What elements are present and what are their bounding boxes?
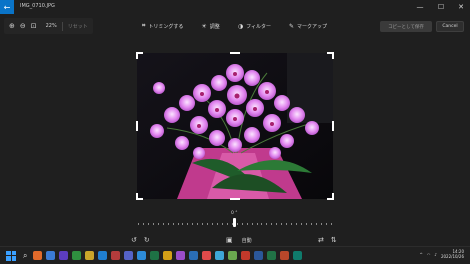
orchid-photo (137, 53, 333, 199)
taskbar-app-icon[interactable] (241, 251, 251, 260)
crop-handle-left[interactable] (136, 121, 138, 131)
tab-label: マークアップ (297, 23, 328, 30)
taskbar-app-icon[interactable] (98, 251, 108, 260)
photo-canvas[interactable] (137, 53, 333, 199)
taskbar-app-icon[interactable] (189, 251, 199, 260)
zoom-out-icon[interactable]: ⊖ (20, 22, 26, 30)
auto-label: 自動 (241, 237, 252, 244)
back-button[interactable]: ← (0, 0, 14, 14)
volume-icon[interactable]: ♪ (434, 252, 437, 257)
taskbar-app-icon[interactable] (176, 251, 186, 260)
crop-handle-top[interactable] (230, 52, 240, 54)
tab-label: 調整 (209, 23, 220, 30)
auto-crop-icon: ▣ (226, 236, 233, 244)
save-as-copy-button[interactable]: コピーとして保存 (380, 21, 432, 32)
taskbar-app-icon[interactable] (254, 251, 264, 260)
cancel-button[interactable]: Cancel (436, 21, 464, 32)
straighten-slider-thumb[interactable] (233, 218, 236, 227)
taskbar-app-icon[interactable] (163, 251, 173, 260)
file-title: IMG_0710.JPG (20, 3, 55, 9)
crop-handle-bottom[interactable] (230, 198, 240, 200)
back-arrow-icon: ← (3, 2, 11, 12)
tab-markup[interactable]: ✎ マークアップ (289, 23, 327, 30)
taskbar-app-icon[interactable] (46, 251, 56, 260)
flip-horizontal-icon[interactable]: ⇄ (318, 236, 324, 244)
clock[interactable]: 14:20 2022/10/26 (441, 249, 464, 259)
brightness-icon: ☀ (201, 22, 207, 30)
crop-handle-top-right[interactable] (327, 52, 334, 59)
flip-vertical-icon[interactable]: ⇅ (331, 236, 337, 244)
rotate-controls: ↺ ↻ (131, 235, 150, 245)
taskbar-app-icon[interactable] (85, 251, 95, 260)
taskbar-app-icon[interactable] (72, 251, 82, 260)
fit-to-window-icon[interactable]: ⊡ (31, 22, 37, 30)
crop-icon: ⌗ (142, 22, 146, 29)
tab-label: トリミングする (148, 23, 184, 30)
taskbar-app-icon[interactable] (124, 251, 134, 260)
reset-button[interactable]: リセット (68, 23, 88, 30)
zoom-in-icon[interactable]: ⊕ (9, 22, 15, 30)
crop-handle-right[interactable] (332, 121, 334, 131)
taskbar-apps (33, 251, 303, 260)
tab-crop[interactable]: ⌗ トリミングする (142, 22, 183, 30)
system-tray: ^ ◠ ♪ 14:20 2022/10/26 (420, 249, 464, 259)
crop-handle-bottom-right[interactable] (327, 193, 334, 200)
tab-filter[interactable]: ◑ フィルター (238, 23, 271, 30)
photos-editor-window: ← IMG_0710.JPG — ☐ ✕ ⊕ ⊖ ⊡ 22% リセット ⌗ トリ… (0, 0, 470, 246)
taskbar-app-icon[interactable] (267, 251, 277, 260)
crop-handle-bottom-left[interactable] (136, 193, 143, 200)
start-button[interactable] (6, 250, 16, 261)
tab-adjust[interactable]: ☀ 調整 (201, 23, 219, 30)
divider (61, 21, 63, 31)
edit-tabs: ⌗ トリミングする ☀ 調整 ◑ フィルター ✎ マークアップ (142, 20, 327, 32)
date: 2022/10/26 (440, 254, 464, 259)
zoom-percentage[interactable]: 22% (46, 23, 57, 29)
minimize-button[interactable]: — (412, 0, 428, 14)
rotate-right-icon[interactable]: ↻ (144, 236, 150, 244)
wifi-icon[interactable]: ◠ (427, 252, 431, 257)
taskbar-app-icon[interactable] (111, 251, 121, 260)
taskbar-app-icon[interactable] (228, 251, 238, 260)
pen-icon: ✎ (288, 22, 294, 30)
taskbar-app-icon[interactable] (33, 251, 43, 260)
crop-handle-top-left[interactable] (136, 52, 143, 59)
taskbar-app-icon[interactable] (59, 251, 69, 260)
flip-controls: ⇄ ⇅ (318, 235, 337, 245)
filter-icon: ◑ (237, 22, 244, 30)
maximize-button[interactable]: ☐ (433, 0, 449, 14)
taskbar-app-icon[interactable] (280, 251, 290, 260)
rotate-left-icon[interactable]: ↺ (131, 236, 137, 244)
taskbar: ⌕ ^ ◠ ♪ 14:20 2022/10/26 (0, 246, 470, 264)
taskbar-app-icon[interactable] (150, 251, 160, 260)
close-button[interactable]: ✕ (453, 0, 469, 14)
search-icon[interactable]: ⌕ (23, 251, 27, 261)
title-bar: ← IMG_0710.JPG — ☐ ✕ (0, 0, 470, 14)
tab-label: フィルター (246, 23, 271, 30)
zoom-toolbar: ⊕ ⊖ ⊡ 22% リセット (4, 18, 93, 34)
rotation-angle: 0 ° (231, 211, 238, 216)
auto-crop-button[interactable]: ▣ 自動 (226, 235, 252, 245)
taskbar-app-icon[interactable] (293, 251, 303, 260)
taskbar-app-icon[interactable] (137, 251, 147, 260)
taskbar-app-icon[interactable] (202, 251, 212, 260)
taskbar-app-icon[interactable] (215, 251, 225, 260)
chevron-up-icon[interactable]: ^ (420, 252, 423, 257)
